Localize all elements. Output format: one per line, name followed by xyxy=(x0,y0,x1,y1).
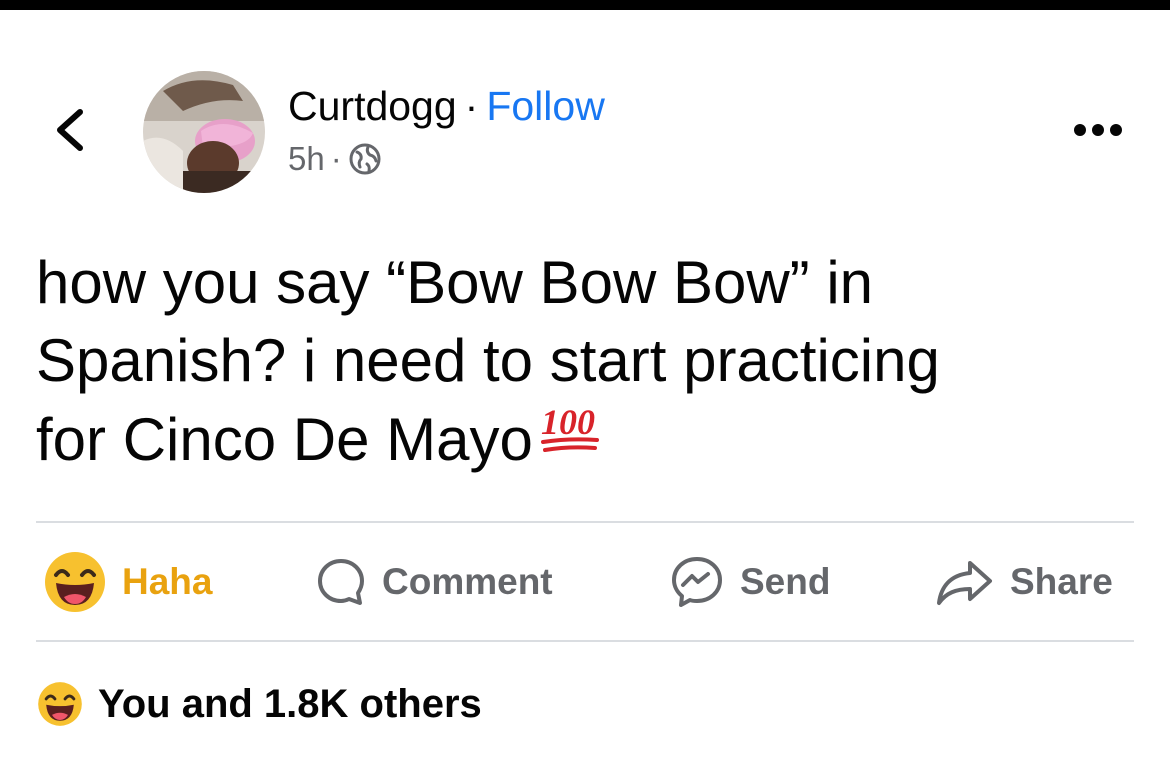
back-button[interactable] xyxy=(52,108,92,152)
share-label: Share xyxy=(1010,561,1113,602)
hundred-points-emoji: 100 xyxy=(539,400,603,479)
divider xyxy=(36,521,1134,523)
share-button[interactable]: Share xyxy=(934,548,1113,616)
post-text-line: for Cinco De Mayo xyxy=(36,406,533,473)
action-bar: Haha Comment Send Share xyxy=(36,548,1134,616)
messenger-icon xyxy=(672,557,722,607)
svg-text:100: 100 xyxy=(541,402,595,442)
haha-emoji-icon xyxy=(45,552,105,612)
post-text-line-last: for Cinco De Mayo 100 xyxy=(36,400,1136,479)
avatar[interactable] xyxy=(143,71,265,193)
reactions-summary[interactable]: You and 1.8K others xyxy=(36,676,482,732)
share-arrow-icon xyxy=(937,561,992,605)
post-text-line: how you say “Bow Bow Bow” in xyxy=(36,249,874,316)
send-button[interactable]: Send xyxy=(668,548,830,616)
follow-button[interactable]: Follow xyxy=(486,83,604,129)
haha-reaction-icon xyxy=(38,682,82,726)
send-label: Send xyxy=(740,561,831,602)
post-meta: 5h · xyxy=(288,140,382,178)
meta-separator: · xyxy=(330,140,342,177)
post-text-line: Spanish? i need to start practicing xyxy=(36,327,940,394)
comment-button[interactable]: Comment xyxy=(314,548,553,616)
post-body: how you say “Bow Bow Bow” in Spanish? i … xyxy=(36,244,1136,479)
divider xyxy=(36,640,1134,642)
comment-label: Comment xyxy=(382,561,553,602)
reactions-count-text: You and 1.8K others xyxy=(98,681,482,726)
comment-icon xyxy=(318,559,364,605)
more-options-button[interactable] xyxy=(1068,118,1128,142)
ellipsis-icon xyxy=(1074,124,1122,136)
avatar-image xyxy=(143,71,265,193)
status-bar-edge xyxy=(0,0,1170,10)
author-name[interactable]: Curtdogg xyxy=(288,83,457,129)
separator-dot: · xyxy=(464,83,479,129)
globe-icon xyxy=(349,143,381,175)
post-time[interactable]: 5h xyxy=(288,140,325,178)
haha-button[interactable]: Haha xyxy=(42,548,212,616)
post-header: Curtdogg · Follow xyxy=(288,82,605,130)
haha-label: Haha xyxy=(122,561,213,602)
chevron-left-icon xyxy=(57,109,83,151)
